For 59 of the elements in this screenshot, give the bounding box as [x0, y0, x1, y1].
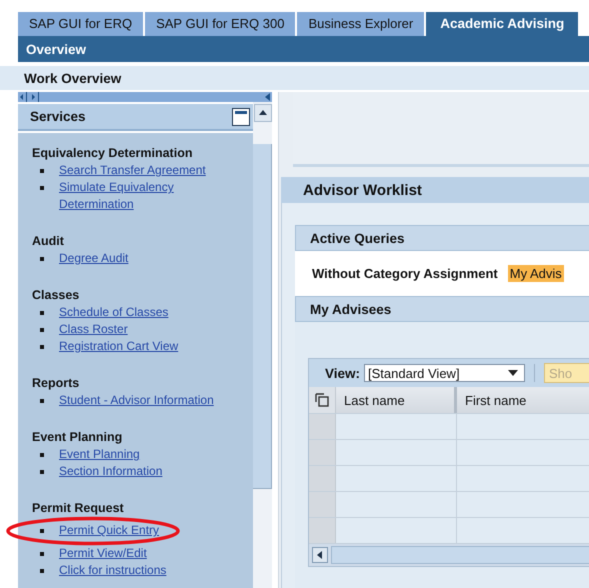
- row-selector[interactable]: [309, 466, 336, 491]
- section-heading: Audit: [32, 233, 65, 250]
- collapse-icon[interactable]: [264, 92, 272, 102]
- bullet-icon: [40, 569, 44, 573]
- bullet-icon: [40, 470, 44, 474]
- service-link[interactable]: Class Roster: [59, 321, 128, 338]
- bullet-icon: [40, 345, 44, 349]
- service-link[interactable]: Simulate Equivalency Determination: [59, 179, 232, 213]
- horizontal-scrollbar[interactable]: [309, 544, 589, 566]
- bullet-icon: [40, 529, 44, 533]
- copy-icon: [315, 393, 329, 407]
- tab[interactable]: Business Explorer: [297, 12, 426, 36]
- view-dropdown[interactable]: [Standard View]: [364, 364, 526, 382]
- group-title: Active Queries: [310, 230, 405, 246]
- tab[interactable]: SAP GUI for ERQ 300: [145, 12, 298, 36]
- row-selector[interactable]: [309, 440, 336, 465]
- bullet-icon: [40, 257, 44, 261]
- bullet-icon: [40, 311, 44, 315]
- section-heading: Reports: [32, 375, 80, 392]
- section-heading: Event Planning: [32, 429, 124, 446]
- pager-icon[interactable]: [19, 92, 39, 102]
- pane-splitter[interactable]: [18, 92, 272, 102]
- query-link[interactable]: My Advis: [508, 265, 564, 282]
- section-heading: Permit Request: [32, 500, 125, 517]
- bullet-icon: [40, 169, 44, 173]
- scroll-left-icon[interactable]: [312, 547, 328, 563]
- scroll-up-icon[interactable]: [254, 104, 272, 122]
- dropdown-icon: [508, 370, 518, 376]
- view-label: View:: [325, 366, 360, 380]
- service-link[interactable]: Student - Advisor Information: [59, 392, 214, 409]
- row-selector[interactable]: [309, 492, 336, 517]
- section-heading: Classes: [32, 287, 80, 304]
- bullet-icon: [40, 453, 44, 457]
- service-link[interactable]: Section Information: [59, 463, 162, 480]
- bullet-icon: [40, 552, 44, 556]
- page-title: Overview: [26, 42, 86, 56]
- service-link[interactable]: Click for instructions: [59, 562, 166, 579]
- column-header[interactable]: First name: [457, 387, 589, 413]
- panel-title: Advisor Worklist: [303, 182, 422, 198]
- service-link[interactable]: Degree Audit: [59, 250, 128, 267]
- tab[interactable]: SAP GUI for ERQ: [18, 12, 146, 36]
- service-link[interactable]: Schedule of Classes: [59, 304, 168, 321]
- service-link[interactable]: Search Transfer Agreement: [59, 162, 206, 179]
- section-heading: Equivalency Determination: [32, 145, 194, 162]
- service-link[interactable]: Event Planning: [59, 446, 140, 463]
- section-title: Work Overview: [24, 70, 122, 86]
- minimize-icon[interactable]: [232, 108, 250, 126]
- column-header[interactable]: Last name: [336, 387, 457, 413]
- services-title: Services: [30, 109, 86, 124]
- scroll-thumb[interactable]: [253, 144, 272, 489]
- service-link[interactable]: Permit View/Edit: [59, 545, 147, 562]
- vertical-scrollbar[interactable]: [253, 102, 272, 588]
- bullet-icon: [40, 328, 44, 332]
- query-category: Without Category Assignment: [312, 266, 498, 281]
- service-link[interactable]: Registration Cart View: [59, 338, 178, 355]
- group-title: My Advisees: [310, 302, 392, 316]
- bullet-icon: [40, 399, 44, 403]
- tab[interactable]: Academic Advising: [426, 12, 578, 36]
- bullet-icon: [40, 186, 44, 190]
